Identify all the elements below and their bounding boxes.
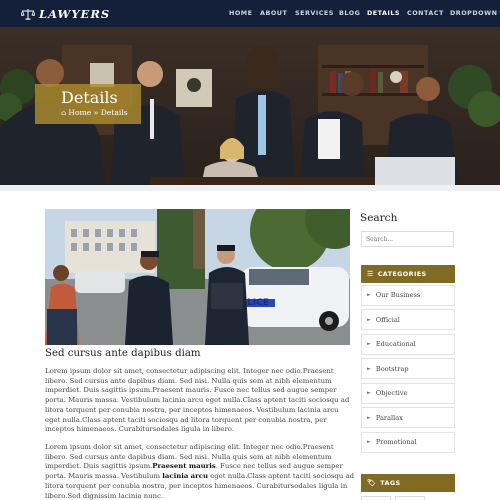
tags-title: TAGS: [380, 479, 401, 487]
nav-details[interactable]: DETAILS: [367, 9, 400, 17]
category-promotional[interactable]: ► Promotional: [361, 431, 455, 453]
category-label: Our Business: [375, 291, 421, 300]
post-paragraph-2-bold-2: lacinia arcu: [162, 472, 208, 481]
chevron-right-icon: ►: [367, 439, 371, 446]
post-paragraph-1: Lorem ipsum dolor sit amet, consectetur …: [45, 367, 350, 434]
post-paragraph-2-bold-1: Praesent mauris: [152, 462, 216, 471]
category-our-business[interactable]: ► Our Business: [361, 285, 455, 306]
chevron-right-icon: ►: [367, 414, 371, 421]
category-label: Educational: [375, 340, 416, 349]
police-street-photo: LICE: [45, 209, 350, 345]
category-label: Bootstrap: [375, 364, 409, 373]
nav-services[interactable]: SERVICES: [295, 9, 334, 17]
breadcrumb-home-link[interactable]: Home: [68, 108, 91, 117]
nav-dropdown[interactable]: DROPDOWN▼: [450, 9, 500, 17]
breadcrumb: ⌂ Home » Details: [61, 108, 128, 117]
page-title: Details: [61, 88, 118, 107]
category-label: Promotional: [375, 438, 417, 447]
category-label: Objective: [375, 389, 408, 398]
page-header-label: Details ⌂ Home » Details: [35, 84, 141, 124]
chevron-right-icon: ►: [367, 316, 371, 323]
post-paragraph-2: Lorem ipsum dolor sit amet, consectetur …: [45, 443, 356, 500]
police-car-lettering: LICE: [247, 298, 269, 308]
nav-home[interactable]: HOME: [229, 9, 253, 17]
category-official[interactable]: ► Official: [361, 309, 455, 331]
breadcrumb-separator: »: [93, 108, 99, 117]
tag-chip[interactable]: [361, 496, 391, 500]
tags-list: [361, 496, 455, 500]
category-label: Official: [375, 315, 400, 324]
nav-blog[interactable]: BLOG: [339, 9, 360, 17]
hero-banner: Details ⌂ Home » Details: [0, 27, 500, 191]
category-parallax[interactable]: ► Parallax: [361, 407, 455, 429]
search-widget-title: Search: [360, 212, 398, 224]
categories-header: ☰ CATEGORIES: [361, 265, 455, 283]
nav-about[interactable]: ABOUT: [260, 9, 287, 17]
post-title: Sed cursus ante dapibus diam: [45, 348, 201, 359]
breadcrumb-current: Details: [100, 108, 128, 117]
nav-contact[interactable]: CONTACT: [407, 9, 444, 17]
main-nav: HOME ABOUT SERVICES BLOG DETAILS CONTACT…: [0, 9, 500, 19]
tag-icon: 🏷: [367, 479, 377, 487]
chevron-right-icon: ►: [367, 390, 371, 397]
categories-list: ► Our Business ► Official ► Educational ► Bo…: [361, 285, 455, 456]
chevron-right-icon: ►: [367, 292, 371, 299]
category-bootstrap[interactable]: ► Bootstrap: [361, 358, 455, 380]
tags-header: 🏷 TAGS: [361, 474, 455, 492]
search-input[interactable]: [361, 231, 454, 247]
home-icon: ⌂: [61, 109, 67, 117]
nav-dropdown-label: DROPDOWN: [450, 9, 498, 17]
category-educational[interactable]: ► Educational: [361, 333, 455, 355]
tag-chip[interactable]: [395, 496, 425, 500]
top-navbar: LAWYERS HOME ABOUT SERVICES BLOG DETAILS…: [0, 0, 500, 27]
categories-title: CATEGORIES: [377, 270, 427, 278]
chevron-right-icon: ►: [367, 341, 371, 348]
list-icon: ☰: [367, 270, 374, 278]
category-label: Parallax: [375, 413, 403, 422]
post-image: LICE: [45, 209, 350, 345]
category-objective[interactable]: ► Objective: [361, 382, 455, 404]
chevron-right-icon: ►: [367, 365, 371, 372]
